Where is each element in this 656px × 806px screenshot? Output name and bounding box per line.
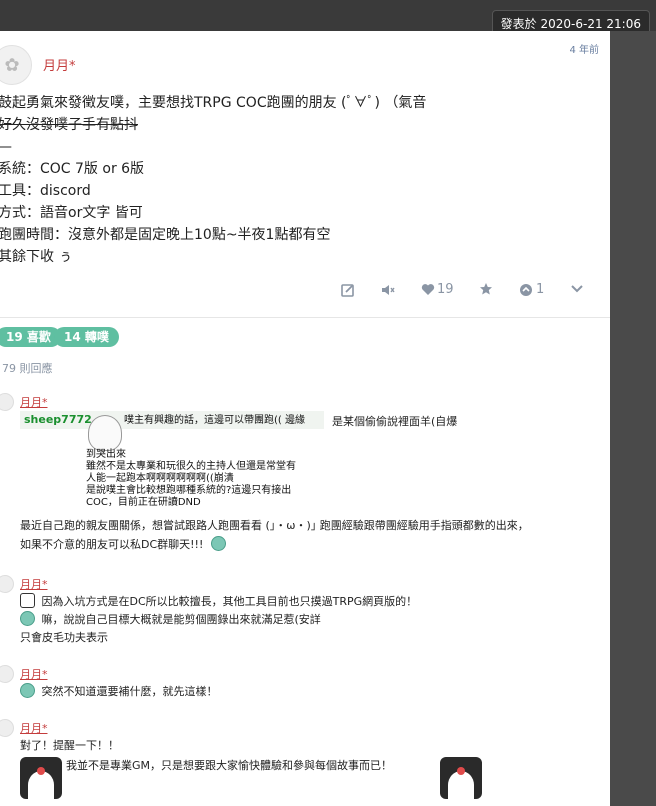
avatar[interactable]: ✿ [0, 45, 32, 85]
quote-line: 人能一起跑本啊啊啊啊啊啊((崩潰 [86, 473, 234, 484]
quoted-image[interactable]: sheep7772 噗主有興趣的話，這邊可以帶團跑(( 邊緣 到哭出來 雖然不是… [20, 411, 324, 511]
post-line: 跑團時間：沒意外都是固定晚上10點~半夜1點都有空 [0, 227, 331, 243]
comment-line: 我並不是專業GM，只是想要跟大家愉快體驗和參與每個故事而已！ [66, 759, 393, 772]
post-line: 鼓起勇氣來發徵友噗，主要想找TRPG COC跑團的朋友 (ﾟ∀ﾟ) （氣音 [0, 95, 427, 111]
post-author[interactable]: 月月* [43, 55, 76, 74]
post-line: 好久沒發噗子手有點抖 [0, 117, 138, 133]
like-button[interactable]: 19 [421, 282, 454, 297]
heart-icon [421, 284, 435, 295]
comment-author[interactable]: 月月* [20, 394, 48, 410]
quote-line: COC，目前正在研讀DND [86, 497, 201, 508]
post-line: 其餘下收 ぅ [0, 249, 73, 265]
avatar[interactable] [0, 575, 14, 593]
comment-line: 嘛，說說自己目標大概就是能剪個團錄出來就滿足惹(安詳 [41, 613, 321, 626]
replurk-icon [520, 283, 532, 296]
comment-line-wrap: 因為入坑方式是在DC所以比較擅長，其他工具目前也只摸過TRPG網頁版的！ [20, 593, 417, 610]
quote-username: sheep7772 [24, 413, 92, 426]
replurks-badge[interactable]: 14 轉噗 [54, 327, 119, 347]
ghost-icon [88, 415, 122, 451]
reply-count: 79 則回應 [2, 362, 53, 375]
post-line: 系統：COC 7版 or 6版 [0, 161, 145, 177]
comment-line: 因為入坑方式是在DC所以比較擅長，其他工具目前也只摸過TRPG網頁版的！ [41, 595, 418, 608]
comment-line-wrap: 突然不知道還要補什麼，就先這樣！ [20, 683, 218, 700]
comment-line-wrap: 如果不介意的朋友可以私DC群聊天!!! [20, 536, 229, 553]
quote-side-text: 是某個偷偷說裡面羊(自爆 [332, 415, 458, 428]
quote-line: 雖然不是太專業和玩很久的主持人但還是常堂有 [86, 461, 296, 472]
penguin-sticker-icon [20, 757, 62, 799]
comment-author[interactable]: 月月* [20, 576, 48, 592]
avatar[interactable] [0, 719, 14, 737]
divider [0, 317, 610, 318]
like-count: 19 [437, 282, 454, 297]
comment-line: 最近自己跑的親友團關係，想嘗試跟路人跑團看看 (｣・ω・)｣ 跑團經驗跟帶團經驗… [20, 519, 529, 532]
likes-badge[interactable]: 19 喜歡 [0, 327, 61, 347]
replurk-count: 1 [536, 282, 545, 297]
comment-line: 突然不知道還要補什麼，就先這樣！ [41, 685, 218, 698]
post-header: ✿ 月月* 4 年前 [0, 31, 610, 89]
post-time[interactable]: 4 年前 [569, 41, 599, 56]
quote-line: 噗主有興趣的話，這邊可以帶團跑(( 邊緣 [124, 415, 305, 426]
crying-emoji-icon [20, 683, 35, 698]
right-gutter [610, 31, 656, 806]
comment-author[interactable]: 月月* [20, 720, 48, 736]
post-content: 鼓起勇氣來發徵友噗，主要想找TRPG COC跑團的朋友 (ﾟ∀ﾟ) （氣音 好久… [0, 92, 610, 268]
comment-line: 只會皮毛功夫表示 [20, 631, 108, 644]
comment-line-wrap: 嘛，說說自己目標大概就是能剪個團錄出來就滿足惹(安詳 [20, 611, 321, 628]
edit-icon[interactable] [341, 283, 355, 297]
mute-icon[interactable] [381, 283, 395, 297]
comment-author[interactable]: 月月* [20, 666, 48, 682]
plurk-panel: ✿ 月月* 4 年前 鼓起勇氣來發徵友噗，主要想找TRPG COC跑團的朋友 (… [0, 31, 610, 806]
post-line: 工具：discord [0, 183, 91, 199]
post-actions: 19 1 [0, 279, 610, 303]
quote-line: 是說噗主會比較想跑哪種系統的?這邊只有接出 [86, 485, 292, 496]
crying-emoji-icon [210, 536, 226, 551]
comment-line: 對了！提醒一下！！ [20, 739, 119, 752]
cat-emoji-icon [20, 593, 35, 608]
penguin-sticker-icon [440, 757, 482, 799]
comment-line: 如果不介意的朋友可以私DC群聊天!!! [20, 538, 204, 551]
crying-emoji-icon [20, 611, 35, 626]
avatar[interactable] [0, 665, 14, 683]
top-bar: 發表於 2020-6-21 21:06 [0, 0, 656, 41]
chevron-down-icon[interactable] [570, 284, 584, 294]
quote-line: 到哭出來 [86, 449, 126, 460]
post-line: 方式：語音or文字 皆可 [0, 205, 143, 221]
avatar[interactable] [0, 393, 14, 411]
replurk-button[interactable]: 1 [519, 282, 544, 297]
post-line: — [0, 136, 610, 158]
star-icon[interactable] [479, 282, 493, 296]
